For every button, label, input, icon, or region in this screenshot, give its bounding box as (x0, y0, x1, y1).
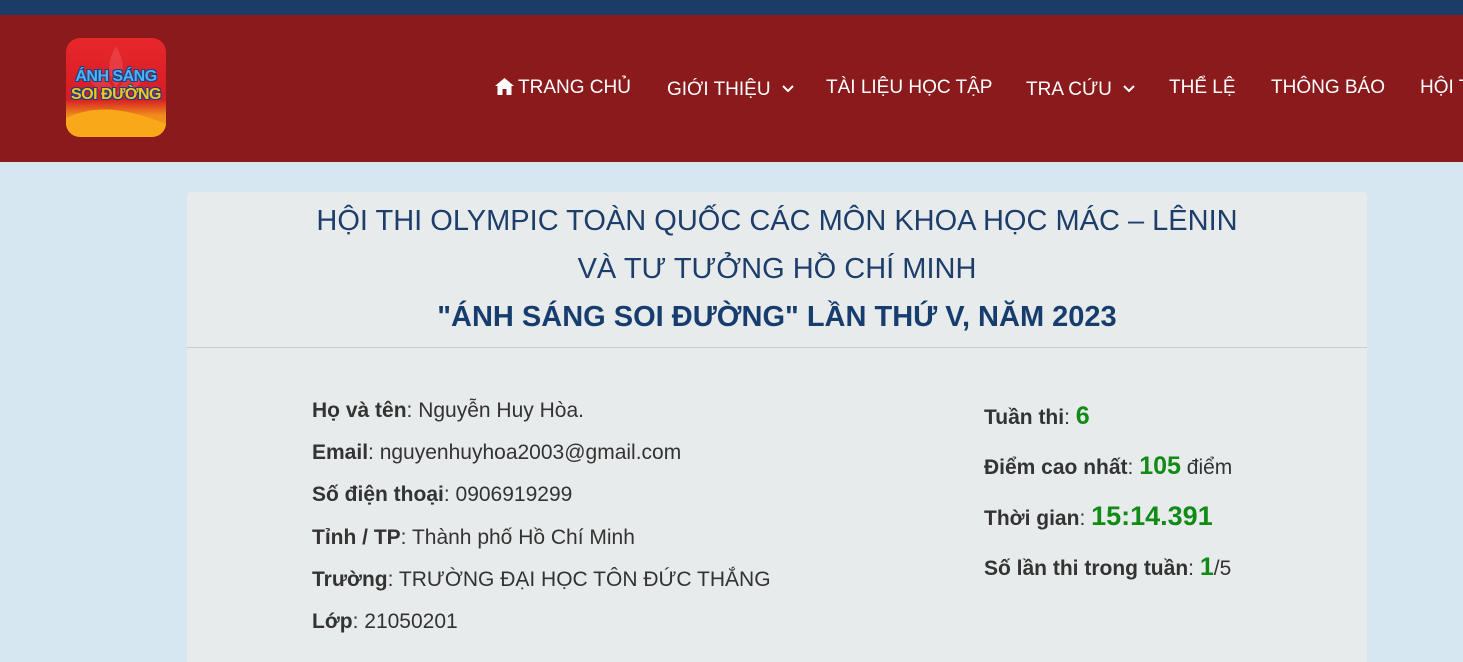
class-value: : 21050201 (352, 610, 458, 633)
nav-item-the-le[interactable]: THỂ LỆ (1169, 77, 1236, 99)
phone-value: : 0906919299 (443, 483, 573, 506)
name-value: : Nguyễn Huy Hòa. (406, 399, 584, 422)
logo-text-line1: ÁNH SÁNG (75, 68, 157, 85)
contest-title-line1: HỘI THI OLYMPIC TOÀN QUỐC CÁC MÔN KHOA H… (316, 205, 1238, 237)
email-value: : nguyenhuyhoa2003@gmail.com (368, 441, 682, 464)
score-separator: : (1127, 456, 1140, 479)
week-label: Tuần thi (984, 406, 1065, 429)
attempts-separator: : (1188, 557, 1200, 580)
nav-item-tra-cuu[interactable]: TRA CỨU (1026, 77, 1135, 101)
phone-label: Số điện thoại (312, 483, 444, 506)
nav-item-hoi-thi[interactable]: HỘI THI (1420, 77, 1463, 99)
class-label: Lớp (312, 610, 353, 633)
chevron-down-icon (1123, 77, 1135, 99)
profile-phone-row: Số điện thoại: 0906919299 (312, 482, 572, 508)
top-bar (0, 0, 1463, 15)
nav-item-gioi-thieu[interactable]: GIỚI THIỆU (667, 77, 794, 101)
logo-text-line2: SOI ĐƯỜNG (71, 86, 161, 103)
attempts-label: Số lần thi trong tuần (984, 557, 1189, 580)
email-label: Email (312, 441, 369, 464)
nav-item-thong-bao[interactable]: THÔNG BÁO (1271, 77, 1385, 99)
site-header: ÁNH SÁNG SOI ĐƯỜNG TRANG CHỦ GIỚI THIỆU … (0, 15, 1463, 162)
profile-email-row: Email: nguyenhuyhoa2003@gmail.com (312, 440, 681, 466)
nav-label-tai-lieu: TÀI LIỆU HỌC TẬP (826, 77, 993, 98)
home-icon (495, 78, 514, 101)
attempts-total: /5 (1213, 557, 1232, 580)
province-label: Tỉnh / TP (312, 526, 401, 549)
score-label: Điểm cao nhất (984, 456, 1128, 479)
school-label: Trường (312, 568, 388, 591)
score-row: Điểm cao nhất: 105 điểm (984, 451, 1232, 483)
nav-label-home: TRANG CHỦ (518, 77, 631, 98)
profile-class-row: Lớp: 21050201 (312, 609, 458, 635)
contest-title-line2: VÀ TƯ TƯỞNG HỒ CHÍ MINH (577, 253, 977, 285)
time-row: Thời gian: 15:14.391 (984, 501, 1213, 534)
chevron-down-icon (782, 77, 794, 99)
nav-item-home[interactable]: TRANG CHỦ (495, 77, 631, 101)
time-separator: : (1079, 507, 1092, 530)
profile-name-row: Họ và tên: Nguyễn Huy Hòa. (312, 398, 584, 424)
week-row: Tuần thi: 6 (984, 401, 1090, 433)
nav-item-tai-lieu[interactable]: TÀI LIỆU HỌC TẬP (826, 77, 992, 99)
profile-province-row: Tỉnh / TP: Thành phố Hồ Chí Minh (312, 525, 635, 551)
time-value: 15:14.391 (1091, 501, 1213, 531)
score-value: 105 (1139, 452, 1181, 480)
attempts-row: Số lần thi trong tuần: 1/5 (984, 552, 1231, 584)
nav-label-tra-cuu: TRA CỨU (1026, 79, 1112, 100)
attempts-value: 1 (1199, 553, 1214, 581)
week-value: 6 (1075, 402, 1090, 430)
province-value: : Thành phố Hồ Chí Minh (400, 526, 635, 549)
nav-label-thong-bao: THÔNG BÁO (1271, 77, 1386, 98)
nav-label-the-le: THỂ LỆ (1169, 77, 1236, 98)
name-label: Họ và tên (312, 399, 407, 422)
week-separator: : (1064, 406, 1076, 429)
nav-label-hoi-thi: HỘI THI (1420, 77, 1463, 98)
nav-label-gioi-thieu: GIỚI THIỆU (667, 79, 771, 100)
profile-school-row: Trường: TRƯỜNG ĐẠI HỌC TÔN ĐỨC THẮNG (312, 567, 771, 593)
time-label: Thời gian (984, 507, 1080, 530)
result-card: HỘI THI OLYMPIC TOÀN QUỐC CÁC MÔN KHOA H… (187, 192, 1367, 662)
site-logo[interactable]: ÁNH SÁNG SOI ĐƯỜNG (66, 38, 166, 137)
contest-title-line3: "ÁNH SÁNG SOI ĐƯỜNG" LẦN THỨ V, NĂM 2023 (437, 301, 1117, 333)
title-divider (187, 347, 1367, 348)
school-value: : TRƯỜNG ĐẠI HỌC TÔN ĐỨC THẮNG (387, 568, 771, 591)
score-unit: điểm (1186, 456, 1233, 479)
